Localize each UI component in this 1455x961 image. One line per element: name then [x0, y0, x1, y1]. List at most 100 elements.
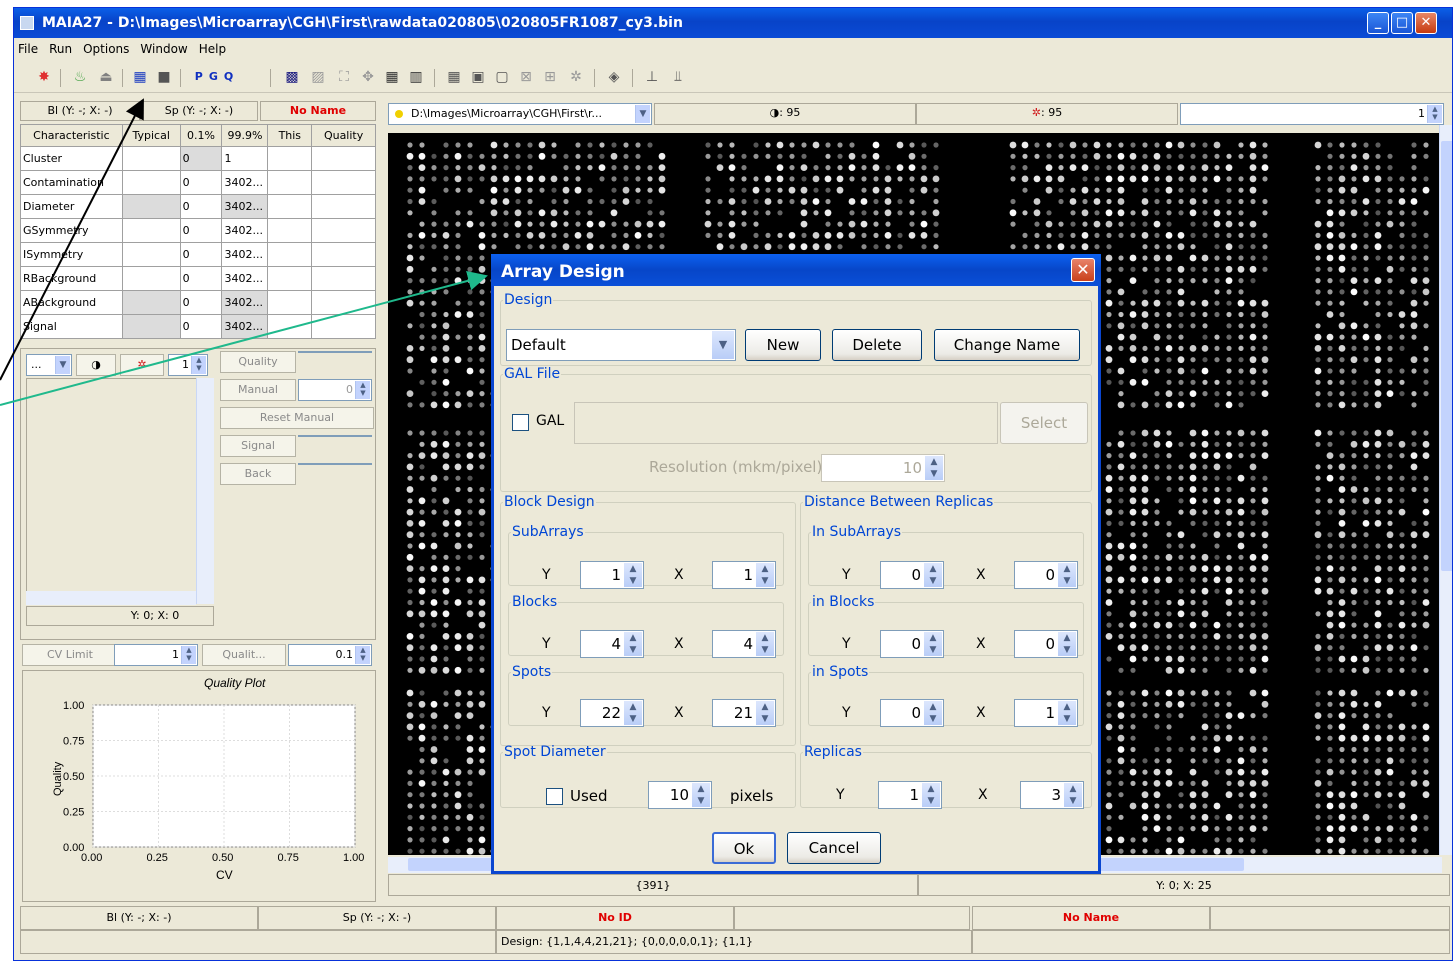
spinner-icon[interactable]: ▲ ▼: [756, 632, 774, 656]
table-row[interactable]: ISymmetry 0 3402...: [20, 242, 376, 267]
g-button[interactable]: G: [209, 70, 224, 83]
grid-b-icon[interactable]: ▥: [406, 67, 426, 87]
brightness-button[interactable]: ✲: [120, 354, 164, 376]
qualit-spin[interactable]: 0.1 ▲ ▼: [288, 644, 372, 666]
array-icon[interactable]: ▩: [282, 67, 302, 87]
grid-image-icon[interactable]: ▦: [130, 67, 150, 87]
spinner-icon[interactable]: ▲ ▼: [1427, 105, 1442, 123]
change-name-button[interactable]: Change Name: [934, 329, 1080, 361]
design-select[interactable]: Default ▼: [506, 329, 736, 361]
in-subarrays-y-spin[interactable]: 0 ▲ ▼: [880, 561, 944, 589]
preview-hscroll[interactable]: [26, 591, 196, 605]
anchor-icon[interactable]: ⊥: [642, 67, 662, 87]
anchor2-icon[interactable]: ⫫: [668, 67, 688, 87]
channel-select[interactable]: ... ▼: [26, 354, 72, 376]
title-bar[interactable]: MAIA27 - D:\Images\Microarray\CGH\First\…: [14, 8, 1452, 38]
spot-box-icon[interactable]: ▣: [468, 67, 488, 87]
table-row[interactable]: Signal 0 3402...: [20, 314, 376, 339]
image-zoom-spin[interactable]: 1 ▲ ▼: [1180, 103, 1444, 125]
diameter-spin[interactable]: 10 ▲ ▼: [648, 781, 712, 809]
pgq-buttons[interactable]: PGQ: [188, 67, 246, 87]
in-blocks-y-spin[interactable]: 0 ▲ ▼: [880, 630, 944, 658]
spinner-icon[interactable]: ▲ ▼: [181, 646, 196, 664]
col-this[interactable]: This: [267, 124, 313, 147]
spinner-icon[interactable]: ▲ ▼: [624, 632, 642, 656]
resolution-spin[interactable]: 10 ▲ ▼: [821, 454, 945, 482]
gal-checkbox[interactable]: [512, 414, 529, 431]
spot-star-icon[interactable]: ✲: [566, 67, 586, 87]
spinner-icon[interactable]: ▲ ▼: [1064, 783, 1082, 807]
image-vscroll[interactable]: [1439, 125, 1452, 855]
col-p999[interactable]: 99.9%: [221, 124, 269, 147]
align-icon[interactable]: ⛶: [334, 67, 354, 87]
spot-box2-icon[interactable]: ▢: [492, 67, 512, 87]
target-icon[interactable]: ◈: [604, 67, 624, 87]
save-icon[interactable]: ⏏: [96, 67, 116, 87]
menu-run[interactable]: Run: [45, 38, 79, 56]
subarrays-y-spin[interactable]: 1 ▲ ▼: [580, 561, 644, 589]
stop-icon[interactable]: ■: [154, 67, 174, 87]
table-row[interactable]: RBackground 0 3402...: [20, 266, 376, 291]
delete-button[interactable]: Delete: [832, 329, 922, 361]
table-row[interactable]: ABackground 0 3402...: [20, 290, 376, 315]
contrast-value[interactable]: ◑: 95: [654, 103, 916, 125]
spinner-icon[interactable]: ▲ ▼: [756, 563, 774, 587]
spinner-icon[interactable]: ▲ ▼: [692, 783, 710, 807]
p-button[interactable]: P: [195, 70, 209, 83]
spinner-icon[interactable]: ▲ ▼: [924, 563, 942, 587]
spinner-icon[interactable]: ▲ ▼: [922, 783, 940, 807]
manual-spin[interactable]: 0 ▲ ▼: [298, 379, 372, 401]
close-icon[interactable]: ✕: [1071, 258, 1095, 282]
table-row[interactable]: Diameter 0 3402...: [20, 194, 376, 219]
spinner-icon[interactable]: ▲ ▼: [355, 381, 370, 399]
spinner-icon[interactable]: ▲ ▼: [924, 701, 942, 725]
spinner-icon[interactable]: ▲ ▼: [1058, 632, 1076, 656]
spinner-icon[interactable]: ▲ ▼: [355, 646, 370, 664]
image-path-select[interactable]: D:\Images\Microarray\CGH\First\r... ▼: [388, 103, 652, 125]
in-blocks-x-spin[interactable]: 0 ▲ ▼: [1014, 630, 1078, 658]
spinner-icon[interactable]: ▲ ▼: [924, 632, 942, 656]
reset-manual-button[interactable]: Reset Manual: [220, 407, 374, 429]
spinner-icon[interactable]: ▲ ▼: [624, 563, 642, 587]
used-checkbox[interactable]: [546, 788, 563, 805]
ok-button[interactable]: Ok: [712, 832, 776, 864]
in-spots-x-spin[interactable]: 1 ▲ ▼: [1014, 699, 1078, 727]
move-icon[interactable]: ✥: [358, 67, 378, 87]
spinner-icon[interactable]: ▲ ▼: [1058, 563, 1076, 587]
table-row[interactable]: Cluster 0 1: [20, 146, 376, 171]
replicas-y-spin[interactable]: 1 ▲ ▼: [878, 781, 942, 809]
menu-window[interactable]: Window: [136, 38, 194, 56]
table-row[interactable]: GSymmetry 0 3402...: [20, 218, 376, 243]
preview-vscroll[interactable]: [196, 378, 214, 604]
new-button[interactable]: New: [745, 329, 821, 361]
grid-fit-icon[interactable]: ▨: [308, 67, 328, 87]
col-characteristic[interactable]: Characteristic: [20, 124, 123, 147]
menu-file[interactable]: File: [14, 38, 45, 56]
zoom-spin[interactable]: 1 ▲ ▼: [168, 354, 208, 376]
spots-y-spin[interactable]: 22 ▲ ▼: [580, 699, 644, 727]
col-quality[interactable]: Quality: [311, 124, 376, 147]
spot-plus-icon[interactable]: ⊞: [540, 67, 560, 87]
replicas-x-spin[interactable]: 3 ▲ ▼: [1020, 781, 1084, 809]
cancel-button[interactable]: Cancel: [787, 832, 881, 864]
menu-options[interactable]: Options: [79, 38, 136, 56]
maximize-icon[interactable]: □: [1391, 12, 1413, 34]
in-subarrays-x-spin[interactable]: 0 ▲ ▼: [1014, 561, 1078, 589]
spot-find-icon[interactable]: ✸: [34, 67, 54, 87]
col-typical[interactable]: Typical: [121, 124, 181, 147]
spinner-icon[interactable]: ▲ ▼: [191, 356, 206, 374]
load-icon[interactable]: ♨: [70, 67, 90, 87]
close-icon[interactable]: ✕: [1415, 12, 1437, 34]
col-p01[interactable]: 0.1%: [179, 124, 223, 147]
blocks-x-spin[interactable]: 4 ▲ ▼: [712, 630, 776, 658]
grid-c-icon[interactable]: ▦: [444, 67, 464, 87]
dialog-title-bar[interactable]: Array Design ✕: [491, 254, 1101, 286]
spot-x-icon[interactable]: ⊠: [516, 67, 536, 87]
in-spots-y-spin[interactable]: 0 ▲ ▼: [880, 699, 944, 727]
q-button[interactable]: Q: [224, 70, 239, 83]
spinner-icon[interactable]: ▲ ▼: [624, 701, 642, 725]
spots-x-spin[interactable]: 21 ▲ ▼: [712, 699, 776, 727]
cv-limit-spin[interactable]: 1 ▲ ▼: [114, 644, 198, 666]
select-button[interactable]: Select: [1000, 402, 1088, 444]
menu-help[interactable]: Help: [195, 38, 233, 56]
